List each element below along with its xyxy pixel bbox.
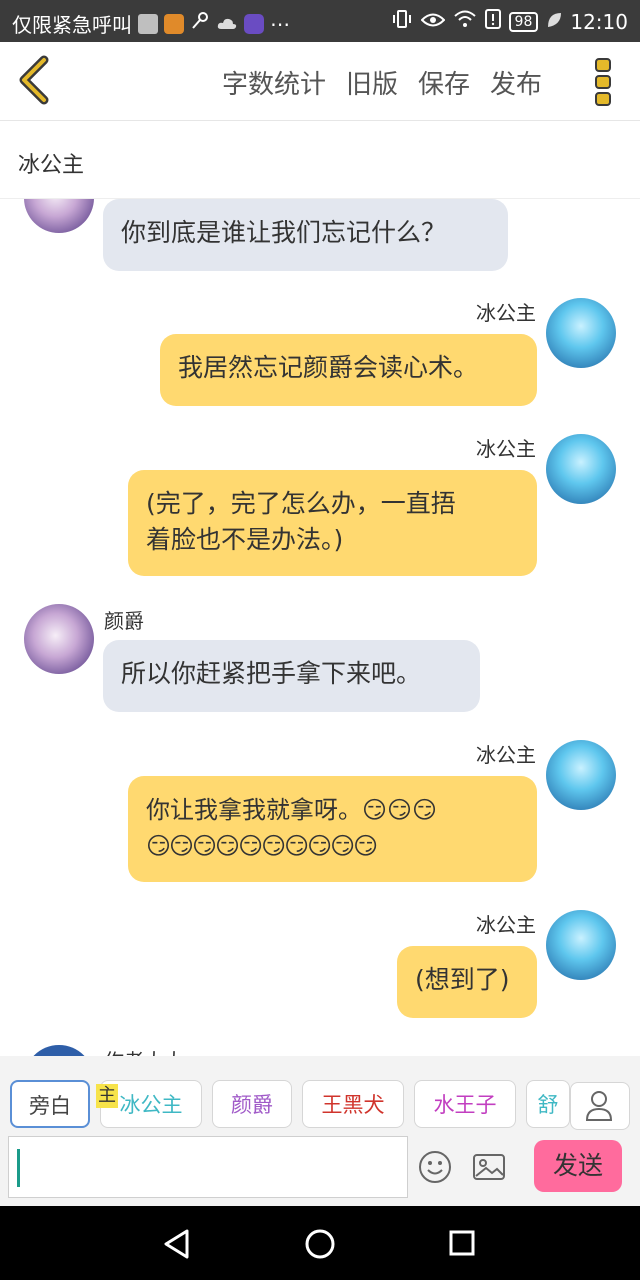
sender-name: 颜爵: [104, 609, 144, 633]
avatar-ice-princess[interactable]: [546, 910, 616, 980]
leaf-icon: [546, 10, 562, 34]
message-bubble[interactable]: (想到了): [397, 946, 537, 1018]
message-bubble[interactable]: (完了，完了怎么办，一直捂 着脸也不是办法。): [128, 470, 537, 576]
vibrate-icon: [391, 9, 413, 34]
message-text: (想到了): [415, 965, 510, 994]
message-bubble[interactable]: 你让我拿我就拿呀。😏😏😏 😏😏😏😏😏😏😏😏😏😏: [128, 776, 537, 882]
old-version-button[interactable]: 旧版: [346, 64, 398, 101]
avatar-author[interactable]: [24, 1045, 94, 1056]
top-app-bar: 字数统计 旧版 保存 发布: [0, 42, 640, 121]
avatar-yanjue[interactable]: [24, 199, 94, 233]
app-icon: [244, 13, 264, 34]
text-caret: [17, 1149, 20, 1187]
role-label: 冰公主: [119, 1093, 183, 1117]
nav-recents-icon[interactable]: [448, 1229, 476, 1257]
square-icon: [138, 13, 158, 34]
key-icon: [190, 11, 210, 36]
role-button-yanjue[interactable]: 颜爵: [212, 1080, 292, 1128]
emoji-button[interactable]: [418, 1150, 452, 1184]
system-navigation-bar: [0, 1206, 640, 1280]
manage-roles-button[interactable]: [570, 1082, 630, 1130]
role-label: 舒: [537, 1093, 559, 1117]
vertical-dots-icon: [595, 58, 611, 106]
avatar-ice-princess[interactable]: [546, 434, 616, 504]
role-label: 水王子: [433, 1093, 497, 1117]
play-icon: [164, 13, 184, 34]
role-label: 颜爵: [231, 1093, 273, 1117]
chapter-title: 冰公主: [18, 153, 85, 178]
smiley-icon: [419, 1151, 451, 1183]
save-button[interactable]: 保存: [418, 64, 470, 101]
sim-alert-icon: [484, 9, 501, 34]
header-actions: 字数统计 旧版 保存 发布: [222, 64, 542, 101]
image-button[interactable]: [472, 1152, 506, 1182]
sender-name: 冰公主: [476, 743, 536, 767]
message-bubble[interactable]: 你到底是谁让我们忘记什么？: [103, 199, 508, 271]
send-button[interactable]: 发送: [534, 1140, 622, 1192]
chevron-left-icon: [19, 55, 49, 105]
role-label: 旁白: [29, 1094, 71, 1118]
person-icon: [585, 1091, 613, 1121]
role-button-wangheiquan[interactable]: 王黑犬: [302, 1080, 404, 1128]
carrier-text: 仅限紧急呼叫: [12, 13, 132, 37]
chapter-title-bar[interactable]: 冰公主: [0, 121, 640, 199]
eye-icon: [420, 10, 445, 34]
status-bar: 仅限紧急呼叫 ⋯ 98 12:10: [0, 0, 640, 42]
sender-name: 冰公主: [476, 301, 536, 325]
sender-name: 冰公主: [476, 437, 536, 461]
cloud-icon: [216, 12, 238, 36]
role-button-narrator[interactable]: 旁白: [10, 1080, 90, 1128]
role-button-shu[interactable]: 舒: [526, 1080, 570, 1128]
avatar-ice-princess[interactable]: [546, 740, 616, 810]
avatar-ice-princess[interactable]: [546, 298, 616, 368]
message-text-line: 你让我拿我就拿呀。😏😏😏: [146, 796, 438, 824]
avatar-yanjue[interactable]: [24, 604, 94, 674]
message-input[interactable]: [8, 1136, 408, 1198]
sender-name: 冰公主: [476, 913, 536, 937]
chat-list[interactable]: 你到底是谁让我们忘记什么？ 冰公主 我居然忘记颜爵会读心术。 冰公主 (完了，完…: [0, 199, 640, 1056]
sender-name: 作者大大: [104, 1045, 184, 1056]
message-text: 所以你赶紧把手拿下来吧。: [121, 659, 422, 688]
battery-icon: 98: [508, 11, 539, 32]
wifi-icon: [453, 9, 477, 34]
nav-back-icon[interactable]: [162, 1228, 192, 1260]
role-label: 王黑犬: [321, 1093, 385, 1117]
main-role-tag: 主: [96, 1084, 118, 1108]
message-text-line: 着脸也不是办法。): [146, 525, 344, 554]
message-bubble[interactable]: 我居然忘记颜爵会读心术。: [160, 334, 537, 406]
image-icon: [473, 1154, 505, 1180]
message-text-line: 😏😏😏😏😏😏😏😏😏😏: [146, 832, 378, 860]
more-dots-icon: ⋯: [270, 11, 290, 36]
nav-home-icon[interactable]: [304, 1228, 336, 1260]
message-bubble[interactable]: 所以你赶紧把手拿下来吧。: [103, 640, 480, 712]
message-text: 你到底是谁让我们忘记什么？: [121, 218, 447, 247]
input-bar: 旁白 冰公主 颜爵 王黑犬 水王子 舒 主 发送: [0, 1056, 640, 1206]
more-menu-button[interactable]: [594, 56, 614, 108]
publish-button[interactable]: 发布: [490, 64, 542, 101]
word-count-button[interactable]: 字数统计: [222, 64, 326, 101]
message-text-line: (完了，完了怎么办，一直捂: [146, 489, 456, 518]
back-button[interactable]: [14, 54, 54, 106]
message-text: 我居然忘记颜爵会读心术。: [178, 353, 479, 382]
clock-time: 12:10: [570, 9, 628, 34]
role-button-water-prince[interactable]: 水王子: [414, 1080, 516, 1128]
